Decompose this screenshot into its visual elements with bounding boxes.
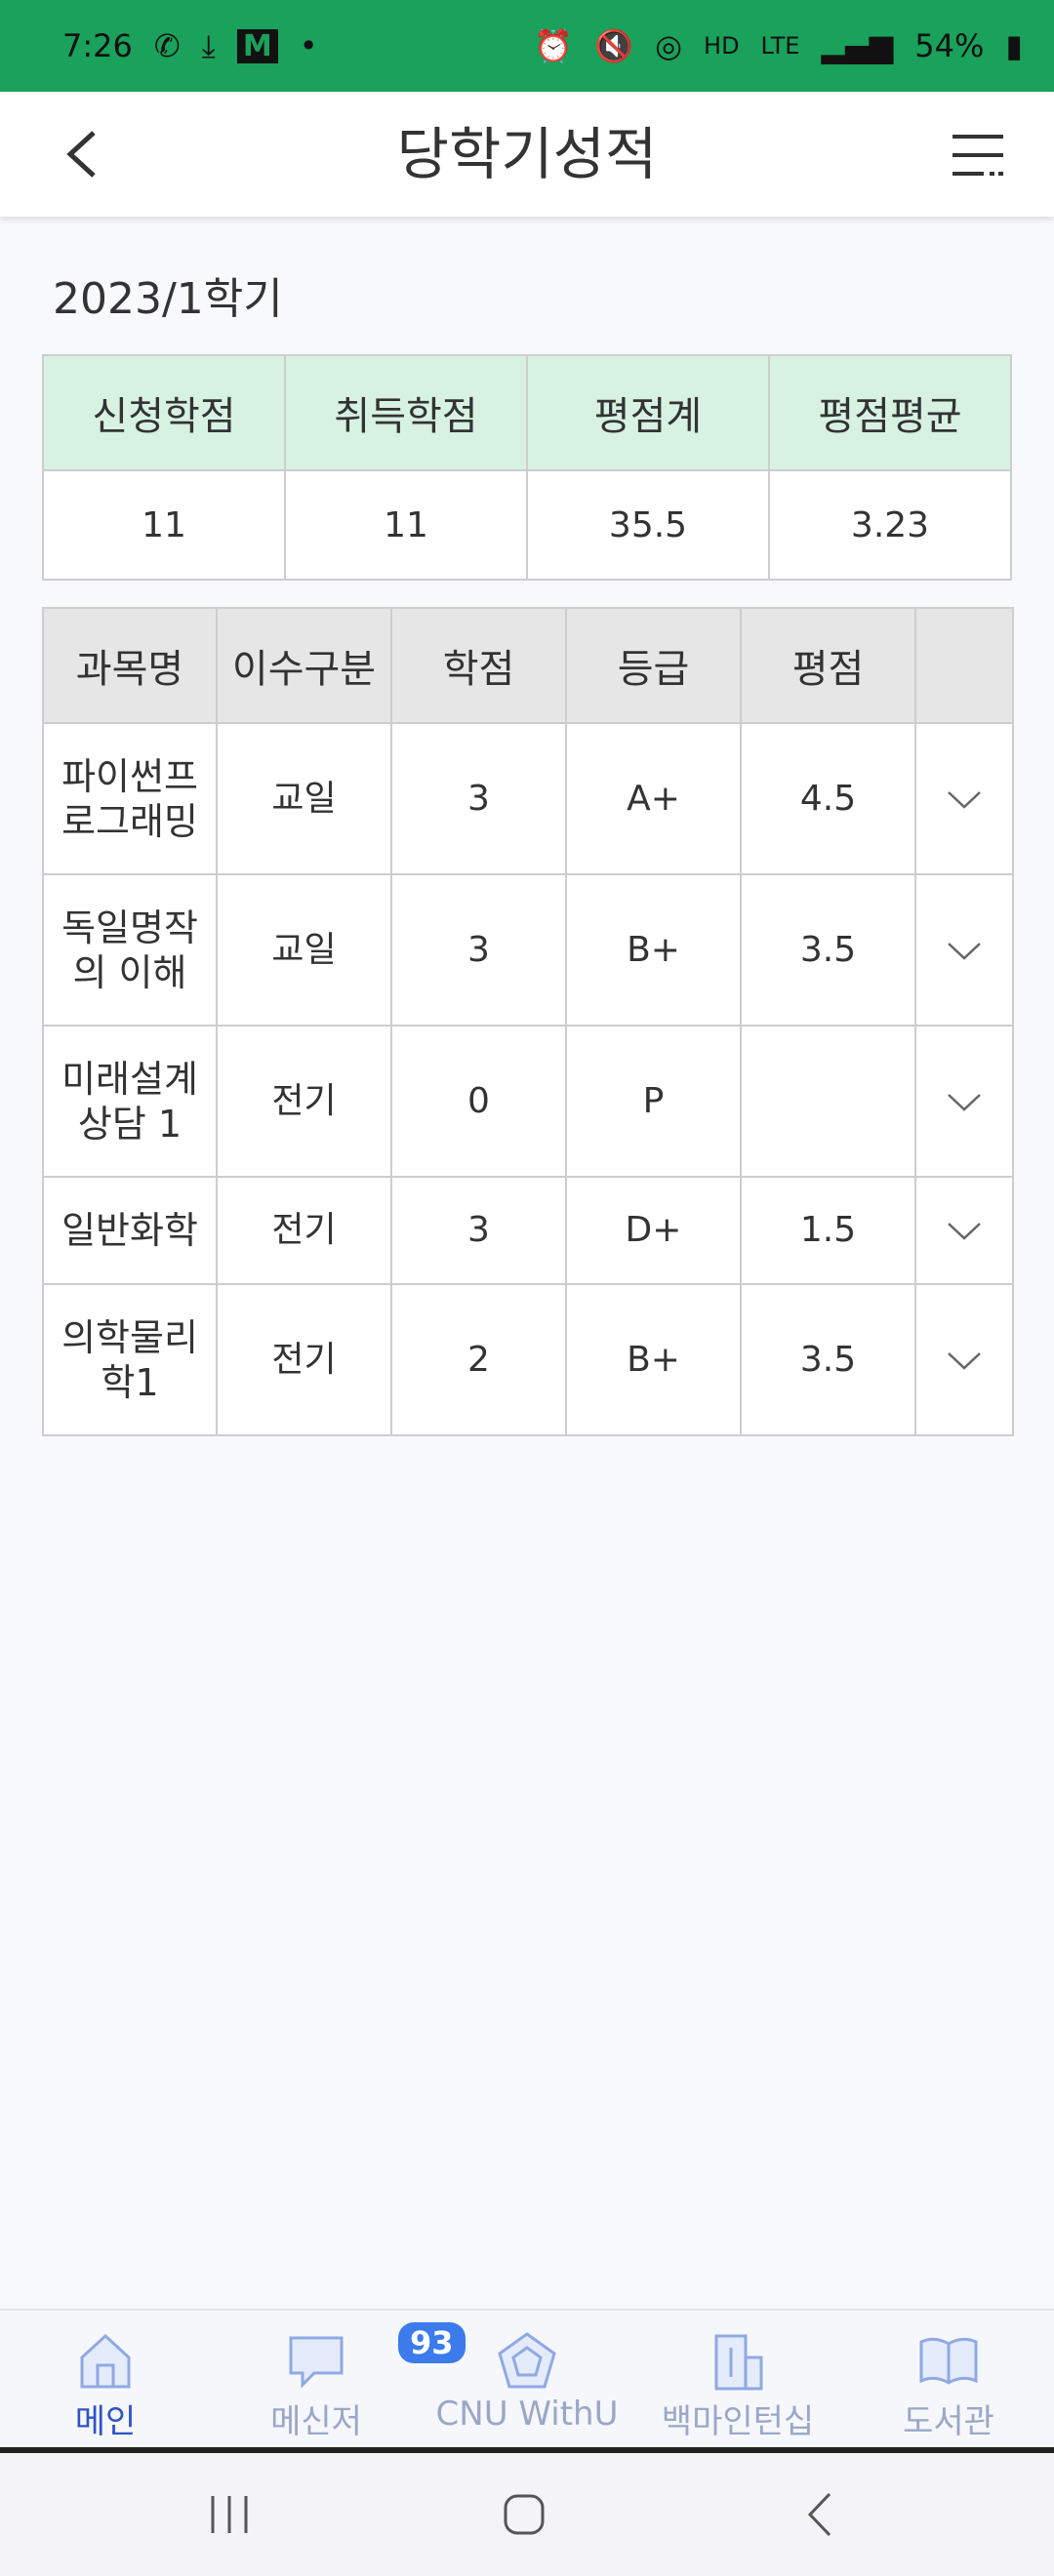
- hotspot-icon: ◎: [655, 27, 683, 64]
- summary-gpa: 3.23: [768, 469, 1012, 581]
- summary-header-row: 신청학점 취득학점 평점계 평점평균: [42, 354, 1012, 471]
- course-grade: B+: [565, 873, 742, 1026]
- download-icon: ⤓: [201, 26, 216, 64]
- expand-cell[interactable]: [914, 1283, 1014, 1436]
- expand-cell[interactable]: [914, 722, 1014, 875]
- table-row[interactable]: 일반화학 전기 3 D+ 1.5: [42, 1176, 1014, 1285]
- status-bar: 7:26 ✆ ⤓ M • ⏰ 🔇 ◎ HD LTE ▂▄▆ 54% ▮: [0, 0, 1054, 92]
- hd-voice-icon: HD: [704, 32, 740, 60]
- nav-label-internship: 백마인턴십: [661, 2402, 815, 2441]
- mail-icon: M: [236, 28, 278, 63]
- recent-apps-icon[interactable]: [205, 2490, 254, 2539]
- page-title: 당학기성적: [396, 121, 658, 187]
- course-category: 교일: [216, 873, 392, 1026]
- course-point: 3.5: [740, 873, 916, 1026]
- home-button-icon[interactable]: [500, 2490, 548, 2539]
- chat-icon: [289, 2336, 344, 2389]
- header-credit: 학점: [390, 607, 567, 724]
- header-grade: 등급: [565, 607, 742, 724]
- book-icon: [919, 2337, 978, 2385]
- course-point: 3.5: [740, 1283, 916, 1436]
- grades-table: 과목명 이수구분 학점 등급 평점 파이썬프 로그래밍 교일 3 A+ 4.5 독…: [42, 607, 1014, 1436]
- course-category: 교일: [216, 722, 392, 875]
- bottom-nav: 메인 93 메신저 CNU WithU 백마인턴십 도서관: [0, 2309, 1054, 2449]
- nav-label-messenger: 메신저: [270, 2402, 362, 2441]
- phone-icon: ✆: [153, 27, 181, 64]
- signal-icon: ▂▄▆: [821, 27, 894, 64]
- back-button-icon[interactable]: [796, 2490, 845, 2539]
- expand-cell[interactable]: [914, 1176, 1014, 1285]
- course-category: 전기: [216, 1176, 392, 1285]
- chevron-down-icon[interactable]: [947, 1351, 982, 1371]
- summary-header-earned-credits: 취득학점: [284, 354, 528, 471]
- lte-icon: LTE: [760, 32, 800, 60]
- course-point: [740, 1025, 916, 1178]
- nav-item-main[interactable]: 메인: [0, 2311, 211, 2449]
- course-name: 독일명작 의 이해: [42, 873, 218, 1026]
- course-grade: B+: [565, 1283, 742, 1436]
- battery-icon: ▮: [1005, 27, 1023, 64]
- course-point: 4.5: [740, 722, 916, 875]
- table-row[interactable]: 파이썬프 로그래밍 교일 3 A+ 4.5: [42, 722, 1014, 875]
- summary-header-gpa: 평점평균: [768, 354, 1012, 471]
- status-time: 7:26: [62, 27, 133, 64]
- menu-icon[interactable]: [949, 131, 1007, 180]
- summary-applied-credits: 11: [42, 469, 286, 581]
- battery-text: 54%: [914, 27, 985, 64]
- course-name: 의학물리 학1: [42, 1283, 218, 1436]
- header-point: 평점: [740, 607, 916, 724]
- building-icon: [714, 2334, 763, 2391]
- course-category: 전기: [216, 1283, 392, 1436]
- table-row[interactable]: 독일명작 의 이해 교일 3 B+ 3.5: [42, 873, 1014, 1026]
- chevron-down-icon[interactable]: [947, 1093, 982, 1112]
- nav-item-cnu-withu[interactable]: CNU WithU: [422, 2311, 632, 2449]
- course-credit: 3: [390, 873, 567, 1026]
- course-credit: 0: [390, 1025, 567, 1178]
- course-credit: 3: [390, 722, 567, 875]
- system-nav-bar: [0, 2453, 1054, 2576]
- course-credit: 2: [390, 1283, 567, 1436]
- mute-icon: 🔇: [594, 27, 634, 64]
- chevron-down-icon[interactable]: [947, 1222, 982, 1241]
- nav-item-library[interactable]: 도서관: [843, 2311, 1054, 2449]
- expand-cell[interactable]: [914, 1025, 1014, 1178]
- nav-label-main: 메인: [74, 2402, 137, 2441]
- course-grade: D+: [565, 1176, 742, 1285]
- course-name: 일반화학: [42, 1176, 218, 1285]
- table-row[interactable]: 미래설계 상담 1 전기 0 P: [42, 1025, 1014, 1178]
- course-name: 파이썬프 로그래밍: [42, 722, 218, 875]
- summary-table: 신청학점 취득학점 평점계 평점평균 11 11 35.5 3.23: [42, 354, 1012, 581]
- course-grade: A+: [565, 722, 742, 875]
- course-category: 전기: [216, 1025, 392, 1178]
- header-category: 이수구분: [216, 607, 392, 724]
- summary-header-applied-credits: 신청학점: [42, 354, 286, 471]
- summary-total-points: 35.5: [526, 469, 770, 581]
- table-row[interactable]: 의학물리 학1 전기 2 B+ 3.5: [42, 1283, 1014, 1436]
- semester-label: 2023/1학기: [53, 274, 283, 324]
- chevron-down-icon[interactable]: [947, 942, 982, 961]
- nav-label-library: 도서관: [903, 2402, 994, 2441]
- dot-icon: •: [299, 27, 318, 64]
- summary-value-row: 11 11 35.5 3.23: [42, 469, 1012, 581]
- course-credit: 3: [390, 1176, 567, 1285]
- summary-earned-credits: 11: [284, 469, 528, 581]
- nav-label-cnu-withu: CNU WithU: [435, 2395, 619, 2434]
- header-course-name: 과목명: [42, 607, 218, 724]
- chevron-down-icon[interactable]: [947, 790, 982, 810]
- header-expand: [914, 607, 1014, 724]
- course-name: 미래설계 상담 1: [42, 1025, 218, 1178]
- nav-item-internship[interactable]: 백마인턴십: [632, 2311, 843, 2449]
- expand-cell[interactable]: [914, 873, 1014, 1026]
- nav-item-messenger[interactable]: 93 메신저: [211, 2311, 466, 2449]
- course-grade: P: [565, 1025, 742, 1178]
- course-point: 1.5: [740, 1176, 916, 1285]
- app-bar: 당학기성적: [0, 92, 1054, 217]
- summary-header-total-points: 평점계: [526, 354, 770, 471]
- grades-header-row: 과목명 이수구분 학점 등급 평점: [42, 607, 1014, 724]
- alarm-icon: ⏰: [534, 27, 574, 64]
- pentagon-icon: [498, 2332, 556, 2389]
- home-icon: [80, 2333, 131, 2389]
